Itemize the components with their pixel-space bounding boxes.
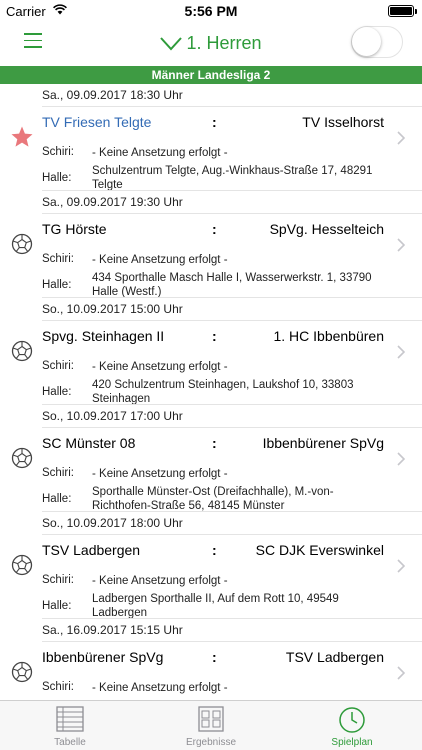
schiri-value: - Keine Ansetzung erfolgt -	[92, 147, 228, 159]
home-team: TV Friesen Telgte	[42, 114, 152, 130]
match-date: So., 10.09.2017 18:00 Uhr	[42, 512, 422, 535]
halle-value: Sporthalle Münster-Ost (Dreifachhalle), …	[92, 486, 334, 512]
tab-spielplan[interactable]: Spielplan	[282, 701, 422, 750]
nav-bar: 1. Herren	[0, 22, 422, 66]
match-row[interactable]: So., 10.09.2017 18:00 Uhr TSV Ladbergen …	[0, 512, 422, 619]
clock-icon	[339, 707, 365, 733]
match-date: Sa., 09.09.2017 18:30 Uhr	[42, 84, 422, 107]
status-bar: Carrier 5:56 PM	[0, 0, 422, 22]
home-team: SC Münster 08	[42, 435, 136, 451]
schiri-label: Schiri:	[42, 574, 74, 586]
match-date: So., 10.09.2017 17:00 Uhr	[42, 405, 422, 428]
tab-label: Tabelle	[54, 737, 86, 748]
match-row[interactable]: Sa., 09.09.2017 19:30 Uhr TG Hörste : Sp…	[0, 191, 422, 298]
page-title: 1. Herren	[186, 33, 262, 53]
chevron-right-icon	[397, 452, 405, 466]
handball-icon[interactable]	[10, 339, 34, 363]
star-icon[interactable]	[10, 125, 34, 149]
match-date: Sa., 09.09.2017 19:30 Uhr	[42, 191, 422, 214]
team-separator: :	[212, 221, 217, 237]
chevron-down-icon	[160, 37, 183, 51]
schiri-label: Schiri:	[42, 360, 74, 372]
schiri-value: - Keine Ansetzung erfolgt -	[92, 575, 228, 587]
handball-icon[interactable]	[10, 446, 34, 470]
schiri-value: - Keine Ansetzung erfolgt -	[92, 361, 228, 373]
results-icon	[198, 706, 224, 732]
halle-label: Halle:	[42, 386, 72, 398]
team-separator: :	[212, 435, 217, 451]
table-icon	[56, 706, 84, 732]
team-separator: :	[212, 542, 217, 558]
team-separator: :	[212, 328, 217, 344]
team-separator: :	[212, 114, 217, 130]
away-team: TV Isselhorst	[302, 114, 384, 130]
league-banner: Männer Landesliga 2	[0, 66, 422, 84]
match-date: So., 10.09.2017 15:00 Uhr	[42, 298, 422, 321]
tab-label: Ergebnisse	[185, 737, 237, 748]
match-row[interactable]: Sa., 09.09.2017 18:30 Uhr TV Friesen Tel…	[0, 84, 422, 191]
chevron-right-icon	[397, 559, 405, 573]
home-team: Spvg. Steinhagen II	[42, 328, 165, 344]
halle-value: Ladbergen Sporthalle II, Auf dem Rott 10…	[92, 593, 339, 619]
schiri-value: - Keine Ansetzung erfolgt -	[92, 682, 228, 694]
home-team: TG Hörste	[42, 221, 107, 237]
favorites-toggle[interactable]	[351, 26, 403, 58]
schiri-label: Schiri:	[42, 681, 74, 693]
away-team: 1. HC Ibbenbüren	[273, 328, 384, 344]
away-team: TSV Ladbergen	[285, 649, 384, 665]
battery-icon	[388, 5, 417, 17]
tab-tabelle[interactable]: Tabelle	[0, 701, 140, 750]
schiri-label: Schiri:	[42, 467, 74, 479]
chevron-right-icon	[397, 238, 405, 252]
home-team: Ibbenbürener SpVg	[42, 649, 164, 665]
match-list[interactable]: Sa., 09.09.2017 18:30 Uhr TV Friesen Tel…	[0, 84, 422, 700]
schiri-value: - Keine Ansetzung erfolgt -	[92, 468, 228, 480]
match-date: Sa., 16.09.2017 15:15 Uhr	[42, 619, 422, 642]
away-team: SpVg. Hesselteich	[269, 221, 384, 237]
home-team: TSV Ladbergen	[42, 542, 141, 558]
chevron-right-icon	[397, 666, 405, 680]
chevron-right-icon	[397, 345, 405, 359]
handball-icon[interactable]	[10, 660, 34, 684]
away-team: SC DJK Everswinkel	[255, 542, 384, 558]
halle-label: Halle:	[42, 600, 72, 612]
halle-label: Halle:	[42, 493, 72, 505]
away-team: Ibbenbürener SpVg	[262, 435, 384, 451]
tab-bar: Tabelle Ergebnisse Spielplan	[0, 700, 422, 750]
chevron-right-icon	[397, 131, 405, 145]
team-separator: :	[212, 649, 217, 665]
match-row[interactable]: So., 10.09.2017 17:00 Uhr SC Münster 08 …	[0, 405, 422, 512]
halle-label: Halle:	[42, 172, 72, 184]
match-row[interactable]: Sa., 16.09.2017 15:15 Uhr Ibbenbürener S…	[0, 619, 422, 700]
halle-value: 434 Sporthalle Masch Halle I, Wasserwerk…	[92, 272, 372, 298]
toggle-knob	[352, 27, 381, 56]
match-row[interactable]: So., 10.09.2017 15:00 Uhr Spvg. Steinhag…	[0, 298, 422, 405]
schiri-label: Schiri:	[42, 146, 74, 158]
tab-ergebnisse[interactable]: Ergebnisse	[141, 701, 281, 750]
handball-icon[interactable]	[10, 232, 34, 256]
halle-label: Halle:	[42, 279, 72, 291]
halle-value: 420 Schulzentrum Steinhagen, Laukshof 10…	[92, 379, 354, 405]
clock-time: 5:56 PM	[184, 3, 238, 19]
handball-icon[interactable]	[10, 553, 34, 577]
schiri-value: - Keine Ansetzung erfolgt -	[92, 254, 228, 266]
halle-value: Schulzentrum Telgte, Aug.-Winkhaus-Straß…	[92, 165, 373, 191]
tab-label: Spielplan	[331, 737, 373, 748]
schiri-label: Schiri:	[42, 253, 74, 265]
